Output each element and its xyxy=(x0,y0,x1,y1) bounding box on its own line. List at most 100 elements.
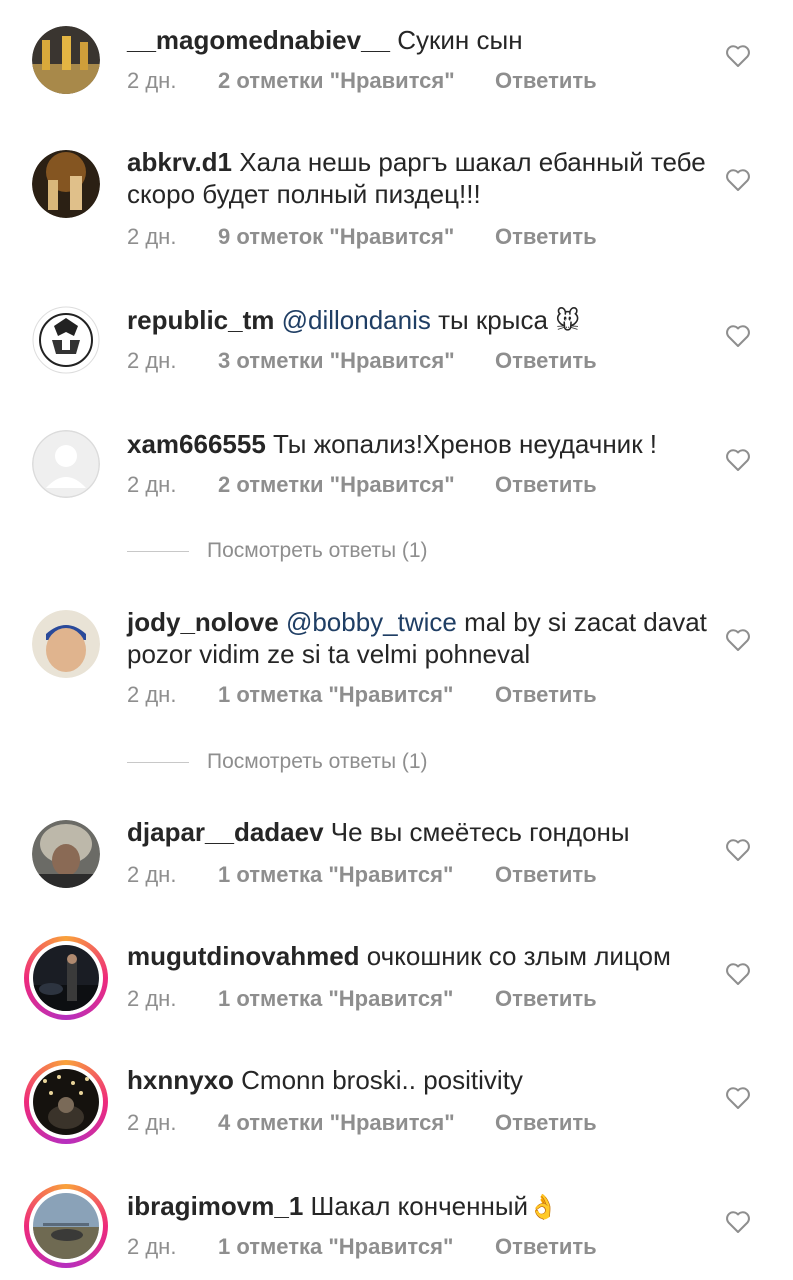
comment-text-block: hxnnyxo Cmonn broski.. positivity xyxy=(127,1064,707,1096)
reply-button[interactable]: Ответить xyxy=(495,862,597,887)
comment-username[interactable]: __magomednabiev__ xyxy=(127,25,390,55)
avatar-photo xyxy=(32,26,100,94)
view-replies-button[interactable]: Посмотреть ответы (1) xyxy=(127,747,428,777)
comment-text: Ты жопализ!Хренов неудачник ! xyxy=(273,429,658,459)
comment-likes[interactable]: 2 отметки "Нравится" xyxy=(218,470,495,500)
comment-text-block: jody_nolove @bobby_twice mal by si zacat… xyxy=(127,606,707,670)
comment-meta: 2 дн. 3 отметки "Нравится" Ответить xyxy=(127,346,597,376)
comment-username[interactable]: hxnnyxo xyxy=(127,1065,234,1095)
comment-time: 2 дн. xyxy=(127,68,177,93)
comment-meta: 2 дн. 2 отметки "Нравится" Ответить xyxy=(127,470,597,500)
comment-time: 2 дн. xyxy=(127,862,177,887)
comment-meta: 2 дн. 9 отметок "Нравится" Ответить xyxy=(127,222,597,252)
comment-text-block: abkrv.d1 Хала нешь раргъ шакал ебанный т… xyxy=(127,146,707,210)
heart-outline-icon[interactable] xyxy=(725,838,751,862)
avatar-placeholder xyxy=(32,430,100,498)
comment-meta: 2 дн. 1 отметка "Нравится" Ответить xyxy=(127,1232,597,1262)
comment-time: 2 дн. xyxy=(127,348,177,373)
comment-username[interactable]: djapar__dadaev xyxy=(127,817,324,847)
comment-username[interactable]: ibragimovm_1 xyxy=(127,1191,303,1221)
comment-meta: 2 дн. 4 отметки "Нравится" Ответить xyxy=(127,1108,597,1138)
comment-text: Шакал конченный xyxy=(310,1191,529,1221)
avatar-photo xyxy=(33,945,99,1011)
comment-username[interactable]: republic_tm xyxy=(127,305,274,335)
comment-likes[interactable]: 1 отметка "Нравится" xyxy=(218,984,495,1014)
replies-divider xyxy=(127,761,189,763)
comment-text-block: republic_tm @dillondanis ты крыса 🐭 xyxy=(127,304,707,338)
comment-mention[interactable]: @dillondanis xyxy=(282,305,431,335)
replies-divider xyxy=(127,550,189,552)
comment-time: 2 дн. xyxy=(127,1110,177,1135)
comment-likes[interactable]: 9 отметок "Нравится" xyxy=(218,222,495,252)
heart-outline-icon[interactable] xyxy=(725,1210,751,1234)
comment-text-block: xam666555 Ты жопализ!Хренов неудачник ! xyxy=(127,428,707,460)
avatar[interactable] xyxy=(32,26,100,94)
avatar[interactable] xyxy=(32,306,100,374)
story-ring-gap xyxy=(29,1065,103,1139)
avatar[interactable] xyxy=(32,820,100,888)
comment-text: Cmonn broski.. positivity xyxy=(241,1065,523,1095)
comment-time: 2 дн. xyxy=(127,472,177,497)
avatar[interactable] xyxy=(32,150,100,218)
comment-text-block: ibragimovm_1 Шакал конченный👌 xyxy=(127,1190,707,1224)
story-ring-gap xyxy=(29,1189,103,1263)
comment-text-block: djapar__dadaev Че вы смеётесь гондоны xyxy=(127,816,707,848)
comment-text-block: mugutdinovahmed очкошник со злым лицом xyxy=(127,940,707,972)
avatar[interactable] xyxy=(32,610,100,678)
comment-mention[interactable]: @bobby_twice xyxy=(286,607,457,637)
comment-meta: 2 дн. 1 отметка "Нравится" Ответить xyxy=(127,984,597,1014)
view-replies-button[interactable]: Посмотреть ответы (1) xyxy=(127,536,428,566)
reply-button[interactable]: Ответить xyxy=(495,986,597,1011)
heart-outline-icon[interactable] xyxy=(725,168,751,192)
mouse-emoji: 🐭 xyxy=(555,308,581,335)
heart-outline-icon[interactable] xyxy=(725,324,751,348)
comment-time: 2 дн. xyxy=(127,1234,177,1259)
avatar-story-ring[interactable] xyxy=(24,936,108,1020)
reply-button[interactable]: Ответить xyxy=(495,1234,597,1259)
reply-button[interactable]: Ответить xyxy=(495,1110,597,1135)
comment-text: очкошник со злым лицом xyxy=(366,941,671,971)
heart-outline-icon[interactable] xyxy=(725,962,751,986)
avatar[interactable] xyxy=(32,430,100,498)
comment-text: ты крыса xyxy=(430,305,548,335)
reply-button[interactable]: Ответить xyxy=(495,682,597,707)
comment-likes[interactable]: 1 отметка "Нравится" xyxy=(218,680,495,710)
avatar-story-ring[interactable] xyxy=(24,1184,108,1268)
view-replies-label: Посмотреть ответы (1) xyxy=(207,539,428,562)
comment-meta: 2 дн. 1 отметка "Нравится" Ответить xyxy=(127,860,597,890)
view-replies-label: Посмотреть ответы (1) xyxy=(207,750,428,773)
avatar-photo xyxy=(33,1193,99,1259)
comment-text-block: __magomednabiev__ Сукин сын xyxy=(127,24,707,56)
comment-likes[interactable]: 2 отметки "Нравится" xyxy=(218,66,495,96)
comment-likes[interactable]: 1 отметка "Нравится" xyxy=(218,1232,495,1262)
comment-time: 2 дн. xyxy=(127,224,177,249)
comment-likes[interactable]: 4 отметки "Нравится" xyxy=(218,1108,495,1138)
comment-time: 2 дн. xyxy=(127,986,177,1011)
comment-username[interactable]: xam666555 xyxy=(127,429,266,459)
ok-hand-emoji: 👌 xyxy=(528,1194,558,1221)
comment-likes[interactable]: 3 отметки "Нравится" xyxy=(218,346,495,376)
avatar-story-ring[interactable] xyxy=(24,1060,108,1144)
comment-text: Сукин сын xyxy=(397,25,523,55)
reply-button[interactable]: Ответить xyxy=(495,348,597,373)
comment-username[interactable]: mugutdinovahmed xyxy=(127,941,360,971)
heart-outline-icon[interactable] xyxy=(725,1086,751,1110)
comment-meta: 2 дн. 1 отметка "Нравится" Ответить xyxy=(127,680,597,710)
reply-button[interactable]: Ответить xyxy=(495,224,597,249)
comment-text: Че вы смеётесь гондоны xyxy=(330,817,630,847)
reply-button[interactable]: Ответить xyxy=(495,472,597,497)
heart-outline-icon[interactable] xyxy=(725,628,751,652)
avatar-photo xyxy=(32,150,100,218)
heart-outline-icon[interactable] xyxy=(725,44,751,68)
comment-time: 2 дн. xyxy=(127,682,177,707)
comment-meta: 2 дн. 2 отметки "Нравится" Ответить xyxy=(127,66,597,96)
heart-outline-icon[interactable] xyxy=(725,448,751,472)
avatar-photo xyxy=(32,306,100,374)
avatar-photo xyxy=(33,1069,99,1135)
comment-username[interactable]: abkrv.d1 xyxy=(127,147,232,177)
avatar-photo xyxy=(32,610,100,678)
avatar-photo xyxy=(32,820,100,888)
comment-username[interactable]: jody_nolove xyxy=(127,607,279,637)
comment-likes[interactable]: 1 отметка "Нравится" xyxy=(218,860,495,890)
reply-button[interactable]: Ответить xyxy=(495,68,597,93)
